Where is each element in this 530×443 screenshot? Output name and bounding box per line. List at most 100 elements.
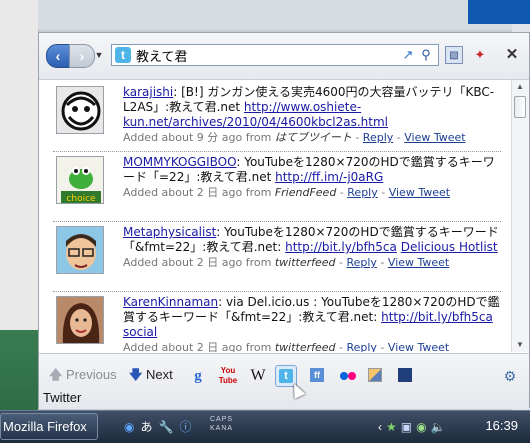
youtube-bottom-label: Tube xyxy=(218,376,238,385)
panel-footer: 🡅 Previous 🡇 Next g You Tube W t ff ⚙ Twi… xyxy=(39,353,529,409)
history-dropdown-icon[interactable]: ▼ xyxy=(93,45,105,65)
tweet-time: Added about 2 日 ago from xyxy=(123,256,275,269)
tweet-tag-link[interactable]: Delicious Hotlist xyxy=(401,240,498,254)
tweet-user-link[interactable]: karajishi xyxy=(123,85,173,99)
tweet-user-link[interactable]: KarenKinnaman xyxy=(123,295,218,309)
security-icon[interactable]: ★ xyxy=(386,417,397,437)
tweet-text: Metaphysicalist: YouTubeを1280×720のHDで鑑賞す… xyxy=(123,225,503,270)
avatar[interactable] xyxy=(56,86,104,134)
background-titlebar xyxy=(468,0,530,24)
tweet-item: karajishi: [B!] ガンガン使える実売4600円の大容量バッテリ「K… xyxy=(53,82,503,148)
avatar[interactable]: choice xyxy=(56,156,104,204)
caps-kana-indicator: CAPS KANA xyxy=(210,415,233,433)
service-icon[interactable] xyxy=(395,365,417,387)
open-in-page-icon[interactable]: ↗ xyxy=(400,47,416,63)
view-tweet-link[interactable]: View Tweet xyxy=(389,186,450,199)
tweet-meta: Added about 2 日 ago from twitterfeed - R… xyxy=(123,341,450,352)
tweet-meta: Added about 2 日 ago from FriendFeed - Re… xyxy=(123,186,451,199)
previous-label: Previous xyxy=(66,367,117,382)
tweet-time: Added about 2 日 ago from xyxy=(123,341,275,352)
friendfeed-icon[interactable]: ff xyxy=(307,365,329,387)
search-box[interactable]: t ↗ ⚲ xyxy=(111,44,439,66)
settings-icon[interactable]: ⚙ xyxy=(499,365,521,387)
back-button[interactable]: ‹ xyxy=(46,44,70,68)
search-input[interactable] xyxy=(136,46,396,64)
tweet-meta: Added about 2 日 ago from twitterfeed - R… xyxy=(123,256,450,269)
background-window-left xyxy=(0,0,39,410)
arrow-up-icon: 🡅 xyxy=(49,367,63,382)
search-panel: ‹ › ▼ t ↗ ⚲ ▧ ✦ ✕ karajishi: [B!] ガンガ xyxy=(38,32,530,409)
ime-mode[interactable]: あ xyxy=(140,417,152,437)
close-icon[interactable]: ✕ xyxy=(503,46,521,64)
tweet-url-link[interactable]: http://ff.im/-j0aRG xyxy=(275,170,383,184)
clock[interactable]: 16:39 xyxy=(485,418,518,433)
wikipedia-icon[interactable]: W xyxy=(247,365,269,387)
tweet-text: KarenKinnaman: via Del.icio.us : YouTube… xyxy=(123,295,503,352)
ime-icon[interactable]: ◉ xyxy=(124,417,134,437)
tweet-source: FriendFeed xyxy=(274,186,337,199)
tweet-user-link[interactable]: MOMMYKOGGIBOO xyxy=(123,155,236,169)
mouse-cursor-icon xyxy=(288,381,306,399)
bookmark-icon[interactable]: ▧ xyxy=(445,46,463,64)
view-tweet-link[interactable]: View Tweet xyxy=(404,131,465,144)
next-button[interactable]: 🡇 Next xyxy=(129,366,173,388)
tweet-item: choice MOMMYKOGGIBOO: YouTubeを1280×720のH… xyxy=(53,152,503,218)
tweet-tag-link[interactable]: social xyxy=(123,325,157,339)
tweet-user-link[interactable]: Metaphysicalist xyxy=(123,225,216,239)
active-engine-label: Twitter xyxy=(43,390,82,405)
caps-label: CAPS xyxy=(210,416,234,423)
background-window-top xyxy=(38,0,530,30)
taskbar-app-button[interactable]: Mozilla Firefox xyxy=(0,413,98,440)
pin-icon[interactable]: ✦ xyxy=(471,46,489,64)
next-label: Next xyxy=(146,367,173,382)
reply-link[interactable]: Reply xyxy=(346,256,376,269)
avatar[interactable] xyxy=(56,226,104,274)
results-scrollbar[interactable]: ▲ ▼ xyxy=(511,80,529,352)
tweet-time: Added about 9 分 ago from xyxy=(123,131,275,144)
scroll-up-icon[interactable]: ▲ xyxy=(515,82,525,92)
tweet-item: Metaphysicalist: YouTubeを1280×720のHDで鑑賞す… xyxy=(53,222,503,288)
flickr-icon[interactable] xyxy=(337,365,359,387)
previous-button[interactable]: 🡅 Previous xyxy=(49,366,117,388)
reply-link[interactable]: Reply xyxy=(363,131,393,144)
scroll-thumb[interactable] xyxy=(514,96,526,118)
scroll-down-icon[interactable]: ▼ xyxy=(515,340,525,350)
arrow-down-icon: 🡇 xyxy=(129,367,143,382)
view-tweet-link[interactable]: View Tweet xyxy=(388,256,449,269)
tweet-item: KarenKinnaman: via Del.icio.us : YouTube… xyxy=(53,292,503,352)
tweet-url-link[interactable]: http://bit.ly/bfh5ca xyxy=(285,240,397,254)
reply-link[interactable]: Reply xyxy=(346,341,376,352)
delicious-icon[interactable] xyxy=(365,365,387,387)
tweet-source: はてブツイート xyxy=(274,131,352,144)
tweet-time: Added about 2 日 ago from xyxy=(123,186,275,199)
tray-expand-icon[interactable]: ‹ xyxy=(378,417,382,437)
tweet-text: MOMMYKOGGIBOO: YouTubeを1280×720のHDで鑑賞するキ… xyxy=(123,155,503,200)
reply-link[interactable]: Reply xyxy=(347,186,377,199)
kana-label: KANA xyxy=(210,425,234,432)
tweet-meta: Added about 9 分 ago from はてブツイート - Reply… xyxy=(123,131,466,144)
status-icon[interactable]: ◉ xyxy=(416,417,426,437)
forward-button[interactable]: › xyxy=(69,44,95,68)
tool-icon[interactable]: 🔧 xyxy=(159,417,174,437)
youtube-top-label: You xyxy=(220,366,236,375)
ime-bar: ◉ あ 🔧 ⓘ xyxy=(124,417,197,437)
view-tweet-link[interactable]: View Tweet xyxy=(388,341,449,352)
taskbar: Mozilla Firefox ◉ あ 🔧 ⓘ CAPS KANA ‹ ★ ▣ ◉ 🔈 16:3… xyxy=(0,410,530,443)
results-list: karajishi: [B!] ガンガン使える実売4600円の大容量バッテリ「K… xyxy=(39,80,513,352)
help-icon[interactable]: ⓘ xyxy=(179,417,191,437)
system-tray: ‹ ★ ▣ ◉ 🔈 xyxy=(378,417,450,437)
tweet-url-link[interactable]: http://bit.ly/bfh5ca xyxy=(381,310,493,324)
youtube-icon[interactable]: You Tube xyxy=(217,365,239,387)
volume-icon[interactable]: 🔈 xyxy=(431,417,446,437)
google-icon[interactable]: g xyxy=(187,365,209,387)
svg-text:choice: choice xyxy=(66,194,96,204)
panel-toolbar: ‹ › ▼ t ↗ ⚲ ▧ ✦ ✕ xyxy=(39,33,529,80)
twitter-engine-icon[interactable]: t xyxy=(115,47,131,63)
background-image xyxy=(0,330,38,410)
network-icon[interactable]: ▣ xyxy=(401,417,412,437)
tweet-source: twitterfeed xyxy=(274,256,336,269)
search-icon[interactable]: ⚲ xyxy=(418,47,434,63)
tweet-source: twitterfeed xyxy=(274,341,336,352)
tweet-text: karajishi: [B!] ガンガン使える実売4600円の大容量バッテリ「K… xyxy=(123,85,503,145)
avatar[interactable] xyxy=(56,296,104,344)
